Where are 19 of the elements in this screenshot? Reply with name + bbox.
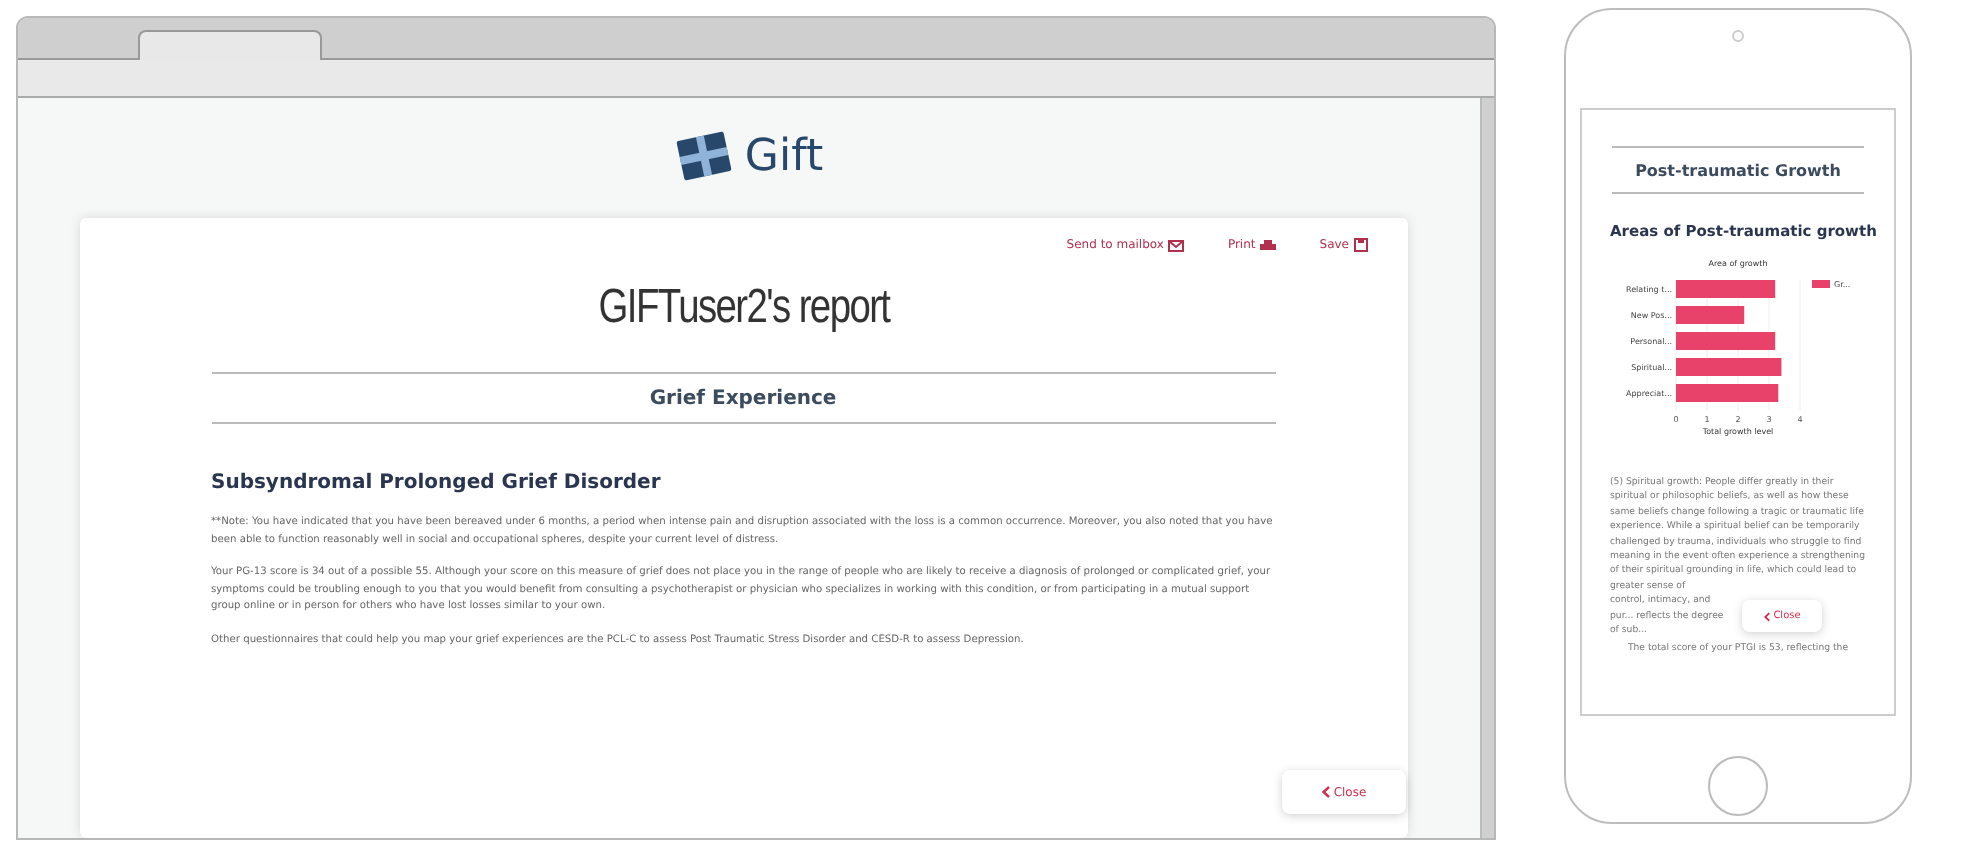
section-heading: Subsyndromal Prolonged Grief Disorder [211,472,663,494]
chart-bar [1676,306,1745,324]
floppy-icon [1353,238,1367,252]
browser-tab[interactable] [138,30,322,60]
printer-icon [1259,239,1276,251]
home-button[interactable] [1708,756,1768,816]
section-title: Post-traumatic Growth [1635,161,1841,179]
section-title: Grief Experience [649,387,837,409]
chart-bar [1676,332,1776,350]
logo-text: Gift [744,131,824,181]
envelope-icon [1167,239,1184,251]
chevron-left-icon [1763,611,1770,622]
report-title: GIFTuser2's report [595,280,892,336]
chart-bar [1676,358,1782,376]
scrollbar[interactable] [1480,98,1494,838]
chevron-left-icon [1321,786,1330,798]
chart-bar [1676,280,1776,298]
chart-bar [1676,384,1779,402]
camera-dot [1732,30,1744,42]
